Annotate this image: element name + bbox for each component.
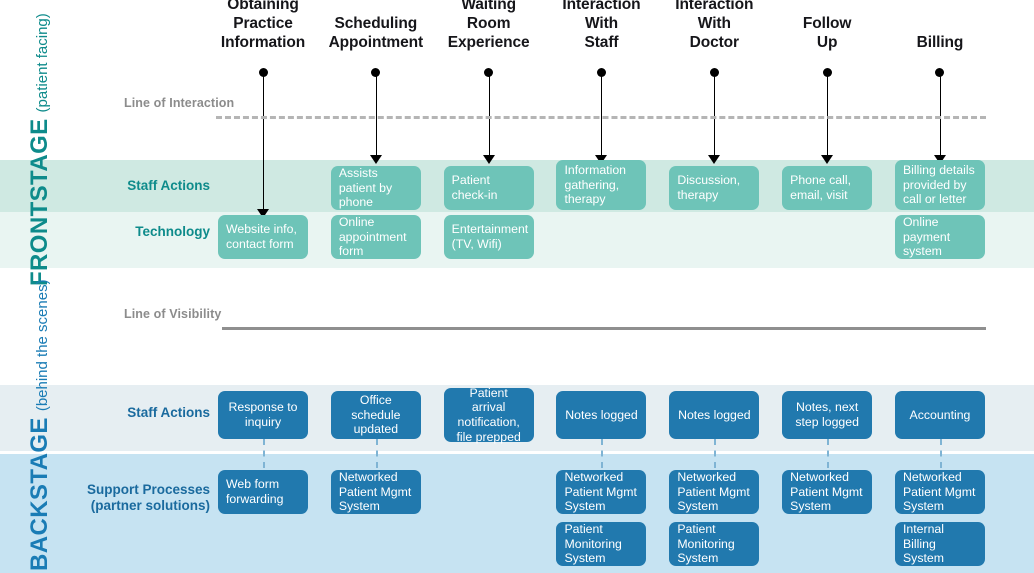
column-header-waiting-room-experience: Waiting Room Experience [433, 0, 545, 52]
touchpoint-stem-obtaining-practice-information [263, 72, 264, 209]
backstage-connector-interaction-with-staff [601, 439, 604, 468]
column-header-line: With [697, 15, 731, 32]
frontstage-staff-action-cell-interaction-with-staff[interactable]: Information gathering, therapy [556, 160, 647, 210]
stage-title-frontstage-main: FRONTSTAGE [26, 118, 53, 286]
backstage-support-primary-cell-interaction-with-staff[interactable]: Networked Patient Mgmt System [556, 470, 647, 514]
backstage-support-primary-cell-follow-up[interactable]: Networked Patient Mgmt System [782, 470, 873, 514]
touchpoint-stem-waiting-room-experience [488, 72, 490, 155]
stage-title-frontstage: FRONTSTAGE (patient facing) [26, 13, 54, 286]
frontstage-staff-action-cell-follow-up[interactable]: Phone call, email, visit [782, 166, 873, 210]
stage-title-backstage-sub: (behind the scenes) [34, 279, 51, 412]
backstage-support-primary-cell-obtaining-practice-information[interactable]: Web form forwarding [218, 470, 308, 514]
column-header-line: Billing [916, 34, 964, 51]
backstage-support-secondary-cell-interaction-with-doctor[interactable]: Patient Monitoring System [669, 522, 760, 566]
frontstage-technology-cell-scheduling-appointment[interactable]: Online appointment form [330, 215, 421, 259]
backstage-staff-action-cell-obtaining-practice-information[interactable]: Response to inquiry [218, 391, 308, 439]
backstage-staff-action-cell-waiting-room-experience[interactable]: Patient arrival notification, file prepp… [443, 386, 534, 444]
line-of-interaction-label: Line of Interaction [124, 96, 235, 110]
frontstage-technology-cell-billing[interactable]: Online payment system [894, 215, 985, 259]
frontstage-staff-action-cell-interaction-with-doctor[interactable]: Discussion, therapy [669, 166, 760, 210]
column-header-line: Practice [233, 15, 293, 32]
backstage-connector-billing [939, 439, 942, 468]
backstage-connector-interaction-with-doctor [714, 439, 717, 468]
row-label-frontstage-staff-actions: Staff Actions [127, 178, 210, 193]
touchpoint-arrow-scheduling-appointment [369, 155, 382, 164]
service-blueprint: Obtaining Practice Information Scheduling Ap… [0, 0, 1034, 573]
column-header-line: Staff [584, 34, 619, 51]
stage-title-backstage: BACKSTAGE (behind the scenes) [26, 279, 54, 571]
line-of-visibility [222, 327, 986, 330]
column-header-line: Scheduling [334, 15, 418, 32]
column-header-scheduling-appointment: Scheduling Appointment [320, 14, 432, 52]
column-header-line: Room [466, 15, 511, 32]
backstage-support-secondary-cell-billing[interactable]: Internal Billing System [894, 522, 985, 566]
touchpoint-stem-follow-up [827, 72, 829, 155]
column-header-interaction-with-doctor: Interaction With Doctor [658, 0, 770, 52]
column-header-line: Doctor [689, 34, 739, 51]
backstage-connector-follow-up [827, 439, 830, 468]
touchpoint-stem-billing [939, 72, 941, 155]
column-header-line: Waiting [461, 0, 516, 13]
backstage-connector-obtaining-practice-information [263, 439, 265, 468]
row-label-frontstage-technology: Technology [135, 224, 210, 239]
column-header-line: Interaction [562, 0, 641, 13]
column-header-line: Experience [447, 34, 530, 51]
touchpoint-arrow-interaction-with-doctor [708, 155, 721, 164]
column-header-obtaining-practice-information: Obtaining Practice Information [207, 0, 319, 52]
line-of-visibility-label: Line of Visibility [124, 307, 222, 321]
column-header-line: Follow [802, 15, 852, 32]
column-header-interaction-with-staff: Interaction With Staff [545, 0, 657, 52]
backstage-support-primary-cell-interaction-with-doctor[interactable]: Networked Patient Mgmt System [669, 470, 760, 514]
frontstage-staff-action-cell-scheduling-appointment[interactable]: Assists patient by phone [330, 166, 421, 210]
column-header-line: Interaction [675, 0, 754, 13]
line-of-interaction [216, 116, 986, 119]
touchpoint-arrow-waiting-room-experience [482, 155, 495, 164]
frontstage-technology-cell-obtaining-practice-information[interactable]: Website info, contact form [218, 215, 308, 259]
column-header-follow-up: Follow Up [771, 14, 883, 52]
touchpoint-arrow-follow-up [821, 155, 834, 164]
frontstage-technology-cell-waiting-room-experience[interactable]: Entertainment (TV, Wifi) [443, 215, 534, 259]
backstage-staff-action-cell-scheduling-appointment[interactable]: Office schedule updated [330, 391, 421, 439]
column-header-line: Obtaining [227, 0, 299, 13]
backstage-staff-action-cell-interaction-with-staff[interactable]: Notes logged [556, 391, 647, 439]
backstage-support-secondary-cell-interaction-with-staff[interactable]: Patient Monitoring System [556, 522, 647, 566]
row-label-backstage-support-processes: Support Processes (partner solutions) [86, 482, 210, 513]
backstage-connector-scheduling-appointment [375, 439, 378, 468]
backstage-staff-action-cell-billing[interactable]: Accounting [894, 391, 985, 439]
touchpoint-stem-scheduling-appointment [375, 72, 377, 155]
frontstage-staff-action-cell-billing[interactable]: Billing details provided by call or lett… [894, 160, 985, 210]
column-header-line: Appointment [328, 34, 424, 51]
touchpoint-stem-interaction-with-staff [601, 72, 603, 155]
column-header-line: With [584, 15, 618, 32]
row-label-backstage-staff-actions: Staff Actions [127, 405, 210, 420]
backstage-staff-action-cell-interaction-with-doctor[interactable]: Notes logged [669, 391, 760, 439]
stage-title-frontstage-sub: (patient facing) [34, 13, 51, 113]
backstage-support-primary-cell-scheduling-appointment[interactable]: Networked Patient Mgmt System [330, 470, 421, 514]
column-header-billing: Billing [884, 33, 996, 52]
backstage-support-primary-cell-billing[interactable]: Networked Patient Mgmt System [894, 470, 985, 514]
frontstage-staff-action-cell-waiting-room-experience[interactable]: Patient check-in [443, 166, 534, 210]
column-header-line: Information [220, 34, 306, 51]
touchpoint-stem-interaction-with-doctor [714, 72, 716, 155]
column-header-line: Up [816, 34, 838, 51]
backstage-staff-action-cell-follow-up[interactable]: Notes, next step logged [782, 391, 873, 439]
